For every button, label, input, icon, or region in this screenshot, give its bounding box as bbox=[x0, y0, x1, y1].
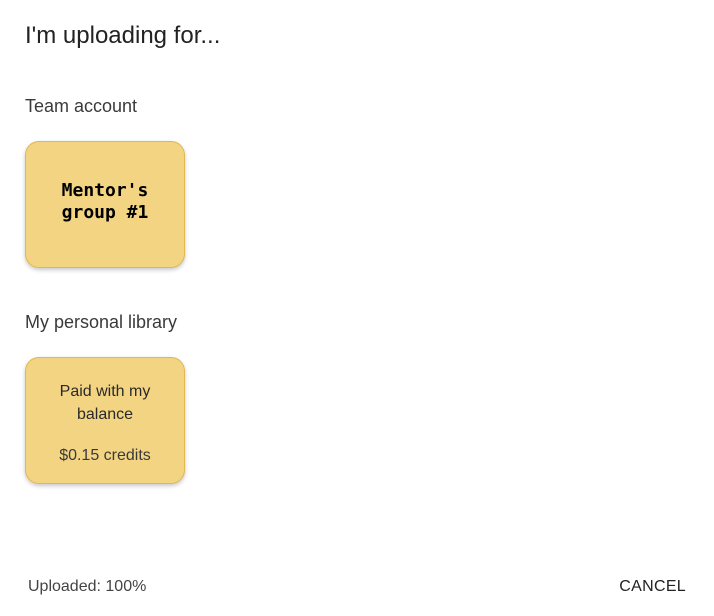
personal-library-label: My personal library bbox=[25, 312, 178, 332]
personal-card-title: Paid with my balance bbox=[59, 382, 151, 423]
dialog-title: I'm uploading for... bbox=[25, 22, 221, 49]
personal-library-card[interactable]: Paid with my balance $0.15 credits bbox=[25, 357, 185, 484]
upload-status: Uploaded: 100% bbox=[28, 578, 147, 595]
team-account-card[interactable]: Mentor's group #1 bbox=[25, 141, 185, 268]
team-name: Mentor's group #1 bbox=[61, 179, 149, 223]
credits-balance: $0.15 credits bbox=[59, 446, 151, 464]
cancel-button[interactable]: CANCEL bbox=[617, 572, 688, 602]
team-account-label: Team account bbox=[25, 96, 138, 116]
